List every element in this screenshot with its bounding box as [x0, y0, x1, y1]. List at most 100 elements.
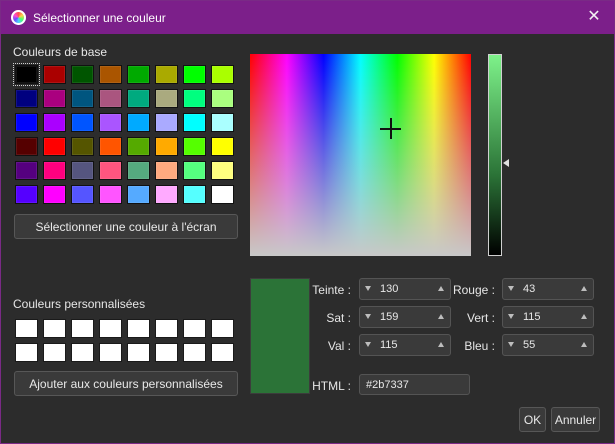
decrement-icon[interactable] — [365, 314, 371, 319]
increment-icon[interactable] — [438, 314, 444, 319]
custom-color-swatch[interactable] — [211, 319, 234, 338]
basic-color-swatch[interactable] — [155, 65, 178, 84]
basic-color-swatch[interactable] — [71, 113, 94, 132]
blue-label: Bleu : — [464, 339, 495, 353]
basic-color-swatch[interactable] — [15, 185, 38, 204]
dialog-title: Sélectionner une couleur — [33, 11, 166, 25]
increment-icon[interactable] — [438, 342, 444, 347]
custom-color-swatch[interactable] — [43, 343, 66, 362]
hue-label: Teinte : — [312, 283, 351, 297]
cancel-button[interactable]: Annuler — [551, 407, 600, 432]
custom-color-swatch[interactable] — [183, 319, 206, 338]
custom-color-swatch[interactable] — [71, 319, 94, 338]
sat-spinbox[interactable]: 159 — [359, 306, 451, 328]
custom-colors-label: Couleurs personnalisées — [13, 297, 146, 311]
basic-color-swatch[interactable] — [127, 89, 150, 108]
basic-color-swatch[interactable] — [155, 137, 178, 156]
slider-arrow-icon[interactable] — [503, 159, 509, 167]
hue-spinbox[interactable]: 130 — [359, 278, 451, 300]
basic-color-swatch[interactable] — [15, 161, 38, 180]
decrement-icon[interactable] — [365, 286, 371, 291]
custom-color-swatch[interactable] — [99, 319, 122, 338]
luminance-slider[interactable] — [488, 54, 502, 256]
increment-icon[interactable] — [581, 314, 587, 319]
basic-color-swatch[interactable] — [211, 137, 234, 156]
basic-color-swatch[interactable] — [211, 113, 234, 132]
basic-color-swatch[interactable] — [43, 65, 66, 84]
close-icon[interactable]: ✕ — [586, 9, 602, 25]
decrement-icon[interactable] — [365, 342, 371, 347]
color-preview — [250, 278, 310, 394]
increment-icon[interactable] — [581, 342, 587, 347]
custom-color-swatch[interactable] — [43, 319, 66, 338]
custom-color-swatch[interactable] — [15, 319, 38, 338]
basic-colors-label: Couleurs de base — [13, 45, 108, 59]
basic-color-swatch[interactable] — [15, 137, 38, 156]
basic-color-swatch[interactable] — [43, 113, 66, 132]
custom-color-swatch[interactable] — [99, 343, 122, 362]
basic-color-swatch[interactable] — [71, 161, 94, 180]
basic-color-swatch[interactable] — [15, 113, 38, 132]
basic-color-swatch[interactable] — [43, 185, 66, 204]
basic-color-swatch[interactable] — [127, 185, 150, 204]
val-label: Val : — [327, 339, 351, 353]
basic-color-swatch[interactable] — [71, 89, 94, 108]
basic-color-swatch[interactable] — [183, 161, 206, 180]
basic-color-swatch[interactable] — [211, 185, 234, 204]
basic-color-swatch[interactable] — [127, 161, 150, 180]
basic-color-swatch[interactable] — [13, 63, 40, 86]
basic-color-swatch[interactable] — [99, 113, 122, 132]
basic-color-swatch[interactable] — [71, 137, 94, 156]
basic-color-swatch[interactable] — [43, 137, 66, 156]
basic-color-swatch[interactable] — [99, 89, 122, 108]
increment-icon[interactable] — [581, 286, 587, 291]
basic-color-swatch[interactable] — [211, 65, 234, 84]
basic-color-swatch[interactable] — [71, 65, 94, 84]
title-bar: Sélectionner une couleur ✕ — [1, 1, 614, 34]
basic-color-swatch[interactable] — [127, 65, 150, 84]
basic-color-swatch[interactable] — [99, 65, 122, 84]
html-value: #2b7337 — [366, 379, 409, 391]
custom-color-swatch[interactable] — [127, 343, 150, 362]
basic-color-swatch[interactable] — [155, 89, 178, 108]
custom-color-swatch[interactable] — [71, 343, 94, 362]
basic-color-swatch[interactable] — [127, 137, 150, 156]
decrement-icon[interactable] — [508, 314, 514, 319]
val-spinbox[interactable]: 115 — [359, 334, 451, 356]
basic-color-swatch[interactable] — [155, 113, 178, 132]
basic-color-swatch[interactable] — [127, 113, 150, 132]
custom-color-swatch[interactable] — [155, 319, 178, 338]
basic-color-swatch[interactable] — [71, 185, 94, 204]
custom-color-swatch[interactable] — [183, 343, 206, 362]
basic-color-swatch[interactable] — [43, 161, 66, 180]
custom-color-swatch[interactable] — [155, 343, 178, 362]
basic-color-swatch[interactable] — [183, 113, 206, 132]
basic-color-swatch[interactable] — [155, 161, 178, 180]
basic-color-swatch[interactable] — [211, 89, 234, 108]
custom-color-swatch[interactable] — [127, 319, 150, 338]
basic-color-swatch[interactable] — [15, 89, 38, 108]
custom-color-swatch[interactable] — [15, 343, 38, 362]
basic-color-swatch[interactable] — [43, 89, 66, 108]
basic-color-swatch[interactable] — [99, 185, 122, 204]
custom-color-swatch[interactable] — [211, 343, 234, 362]
ok-button[interactable]: OK — [519, 407, 546, 432]
blue-spinbox[interactable]: 55 — [502, 334, 594, 356]
color-spectrum[interactable] — [250, 54, 471, 256]
decrement-icon[interactable] — [508, 342, 514, 347]
basic-color-swatch[interactable] — [211, 161, 234, 180]
pick-screen-color-button[interactable]: Sélectionner une couleur à l'écran — [14, 214, 238, 239]
red-spinbox[interactable]: 43 — [502, 278, 594, 300]
basic-color-swatch[interactable] — [155, 185, 178, 204]
html-input[interactable]: #2b7337 — [359, 374, 470, 395]
decrement-icon[interactable] — [508, 286, 514, 291]
add-custom-color-button[interactable]: Ajouter aux couleurs personnalisées — [14, 371, 238, 396]
increment-icon[interactable] — [438, 286, 444, 291]
basic-color-swatch[interactable] — [183, 89, 206, 108]
basic-color-swatch[interactable] — [183, 65, 206, 84]
green-spinbox[interactable]: 115 — [502, 306, 594, 328]
basic-color-swatch[interactable] — [99, 161, 122, 180]
basic-color-swatch[interactable] — [183, 137, 206, 156]
basic-color-swatch[interactable] — [183, 185, 206, 204]
basic-color-swatch[interactable] — [99, 137, 122, 156]
